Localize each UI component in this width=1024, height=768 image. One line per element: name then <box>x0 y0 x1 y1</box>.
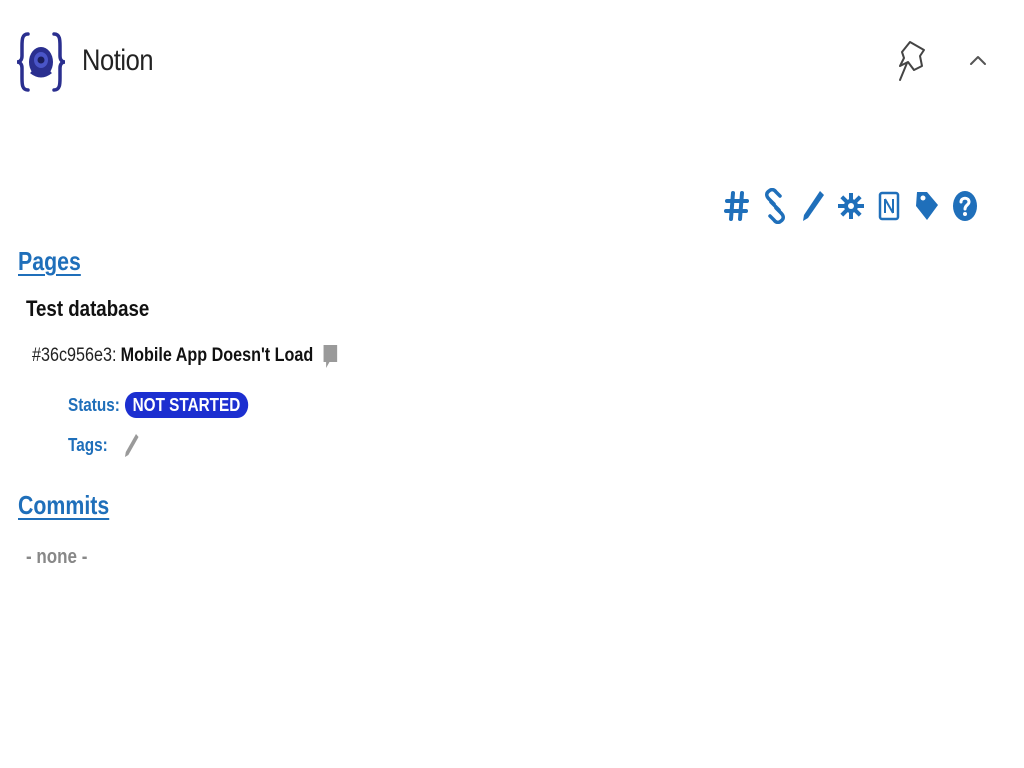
app-title: Notion <box>82 44 154 77</box>
status-label: Status: <box>68 394 120 415</box>
curly-braces-eye-logo-icon <box>16 30 66 94</box>
hash-button[interactable] <box>722 186 752 226</box>
tags-property: Tags: <box>68 430 140 460</box>
panel-header: Notion <box>0 0 1024 120</box>
comment-icon[interactable] <box>322 342 339 370</box>
pencil-icon <box>803 191 824 221</box>
toolbar <box>722 184 980 228</box>
database-name: Test database <box>26 296 150 321</box>
tag-icon <box>916 192 938 220</box>
notion-panel: Notion Pages Test database #36c956e3: M… <box>0 0 1024 768</box>
edit-button[interactable] <box>798 186 828 226</box>
link-button[interactable] <box>760 186 790 226</box>
pin-icon <box>899 41 925 81</box>
commits-section-title[interactable]: Commits <box>18 490 109 521</box>
tags-label: Tags: <box>68 434 108 455</box>
page-item: #36c956e3 : Mobile App Doesn't Load <box>32 340 339 372</box>
help-button[interactable] <box>950 186 980 226</box>
chevron-up-icon <box>970 56 986 65</box>
status-property: Status: NOT STARTED <box>68 390 248 420</box>
page-id-separator: : <box>111 345 117 366</box>
status-badge[interactable]: NOT STARTED <box>124 392 248 418</box>
hash-icon <box>724 191 749 221</box>
tag-button[interactable] <box>912 186 942 226</box>
edit-tags-pencil-icon[interactable] <box>123 431 140 459</box>
link-icon <box>765 188 785 224</box>
page-id: #36c956e3 <box>32 345 112 366</box>
gear-icon <box>838 193 864 219</box>
settings-button[interactable] <box>836 186 866 226</box>
pin-button[interactable] <box>896 36 932 86</box>
commits-empty-text: - none - <box>26 546 88 568</box>
notion-button[interactable] <box>874 186 904 226</box>
help-icon <box>953 191 977 221</box>
collapse-button[interactable] <box>962 44 994 76</box>
pages-section-title[interactable]: Pages <box>18 246 81 277</box>
notion-icon <box>878 191 900 221</box>
page-title-link[interactable]: Mobile App Doesn't Load <box>121 345 314 367</box>
